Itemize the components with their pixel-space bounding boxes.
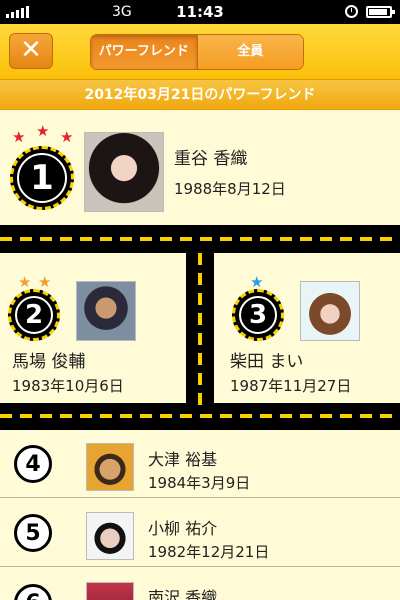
friend-name: 重谷 香織 (174, 149, 248, 169)
rank-3-panel[interactable]: ★ 3 柴田 まい 1987年11月27日 (214, 253, 400, 403)
navigation-bar: ✕ パワーフレンド 全員 (0, 24, 400, 80)
star-icon: ★ (18, 273, 32, 291)
avatar (86, 582, 134, 600)
battery-icon (366, 6, 395, 18)
list-item[interactable]: 4 大津 裕基 1984年3月9日 (0, 430, 400, 498)
list-item[interactable]: 6 南沢 香織 (0, 568, 400, 600)
tab-power-friends[interactable]: パワーフレンド (91, 35, 197, 69)
friend-name: 小柳 祐介 (148, 519, 218, 538)
road-line (198, 253, 202, 411)
close-button[interactable]: ✕ (9, 33, 53, 69)
road-line (0, 237, 400, 241)
rank-2-badge: 2 (8, 289, 60, 341)
avatar (76, 281, 136, 341)
friend-birthday: 1987年11月27日 (230, 377, 352, 395)
rank-badge: 5 (14, 514, 52, 552)
star-icon: ★ (60, 128, 74, 146)
friend-birthday: 1988年8月12日 (174, 180, 286, 198)
avatar (84, 132, 164, 212)
friend-name: 大津 裕基 (148, 450, 218, 469)
friend-birthday: 1983年10月6日 (12, 377, 124, 395)
rank-1-panel[interactable]: ★ ★ ★ 1 重谷 香織 1988年8月12日 (0, 110, 400, 225)
star-icon: ★ (38, 273, 52, 291)
friend-birthday: 1982年12月21日 (148, 543, 270, 561)
rank-3-badge: 3 (232, 289, 284, 341)
status-bar: 3G 11:43 (0, 0, 400, 24)
rank-badge: 6 (14, 584, 52, 600)
date-banner: 2012年03月21日のパワーフレンド (0, 80, 400, 110)
star-icon: ★ (12, 128, 26, 146)
tab-everyone[interactable]: 全員 (196, 35, 303, 69)
road-line (0, 414, 400, 418)
avatar (86, 443, 134, 491)
star-icon: ★ (250, 273, 264, 291)
friend-name: 馬場 俊輔 (12, 352, 86, 372)
rank-number: 3 (239, 296, 277, 334)
list-item[interactable]: 5 小柳 祐介 1982年12月21日 (0, 499, 400, 567)
rank-number: 2 (15, 296, 53, 334)
friend-name: 南沢 香織 (148, 588, 218, 600)
avatar (300, 281, 360, 341)
clock-time: 11:43 (176, 3, 224, 21)
rank-2-panel[interactable]: ★ ★ 2 馬場 俊輔 1983年10月6日 (0, 253, 186, 403)
rank-badge: 4 (14, 445, 52, 483)
friend-birthday: 1984年3月9日 (148, 474, 251, 492)
alarm-clock-icon (345, 5, 358, 18)
segmented-control: パワーフレンド 全員 (90, 34, 304, 70)
avatar (86, 512, 134, 560)
friend-name: 柴田 まい (230, 352, 304, 372)
star-icon: ★ (36, 122, 50, 140)
rank-number: 1 (17, 153, 67, 203)
close-icon: ✕ (20, 35, 42, 65)
rank-1-badge: 1 (10, 146, 74, 210)
